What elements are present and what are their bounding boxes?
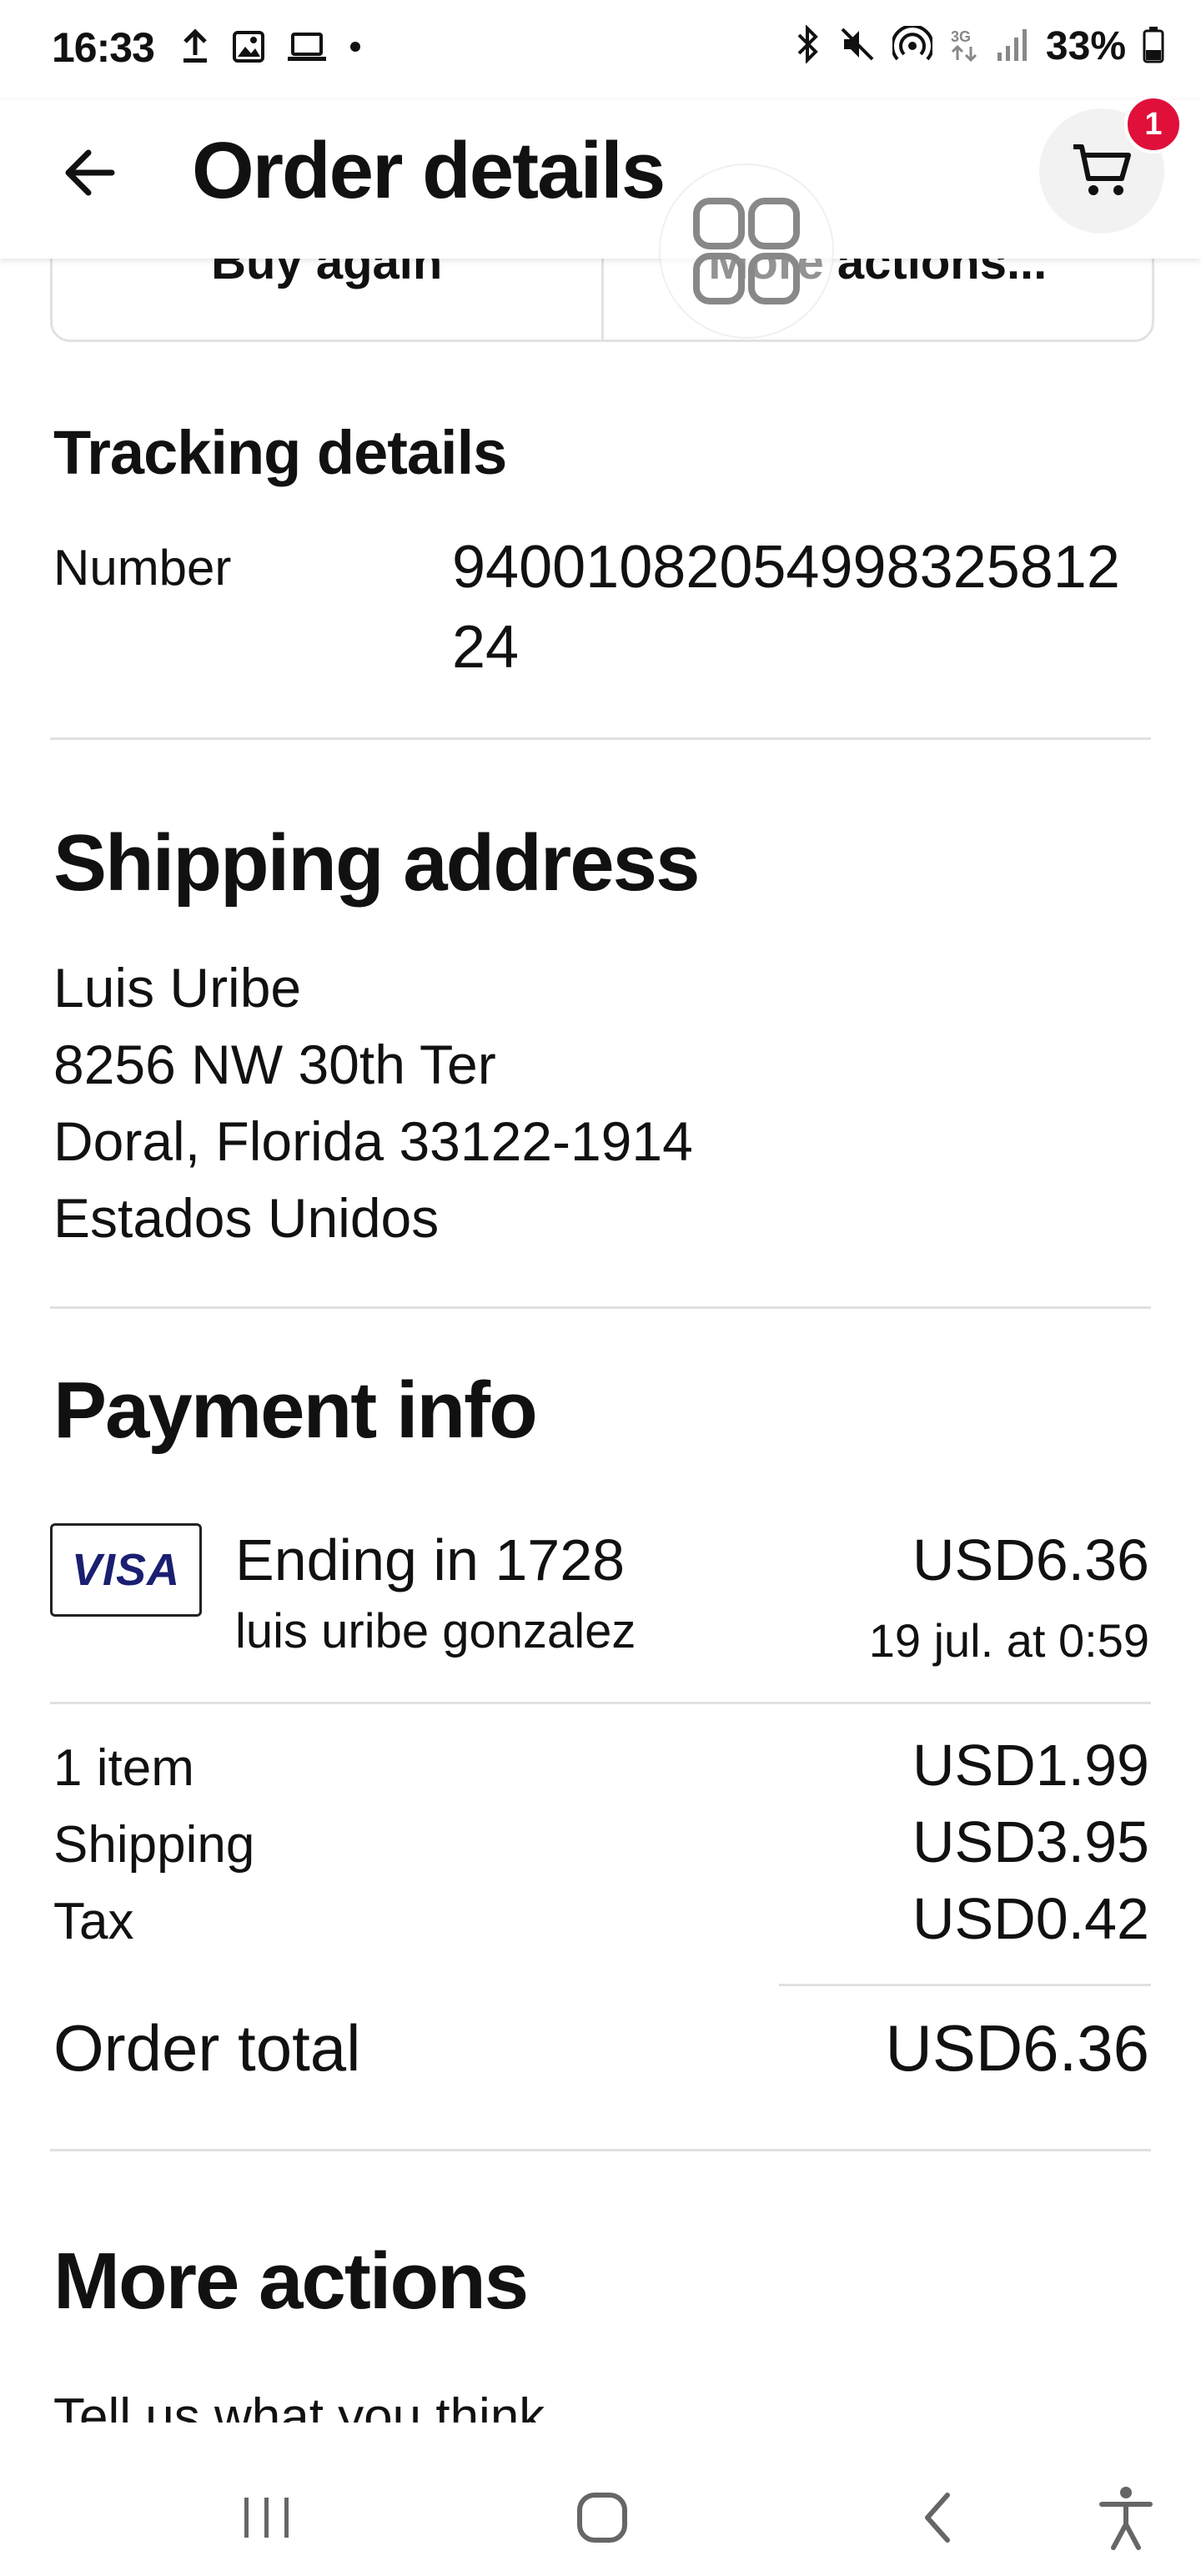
accessibility-icon [1099, 2487, 1153, 2550]
status-bar: 16:33 3G 33% [0, 0, 1201, 100]
tracking-number-label: Number [53, 540, 232, 596]
divider [50, 1306, 1151, 1309]
back-nav-icon [925, 2493, 950, 2543]
card-holder: luis uribe gonzalez [235, 1604, 636, 1658]
arrow-left-icon [65, 149, 115, 196]
content-mask [0, 2423, 1201, 2456]
tax-value: USD0.42 [912, 1886, 1149, 1951]
order-total-row: Order total USD6.36 [53, 2010, 1149, 2086]
mute-icon [839, 26, 876, 67]
dot-icon [349, 40, 362, 58]
signal-icon [996, 26, 1029, 67]
home-button[interactable] [560, 2476, 644, 2559]
svg-text:3G: 3G [951, 28, 971, 45]
order-total-value: USD6.36 [885, 2011, 1150, 2085]
back-nav-button[interactable] [897, 2476, 981, 2559]
tax-row: Tax USD0.42 [53, 1885, 1149, 1952]
divider [50, 1702, 1151, 1704]
cart-icon [1073, 144, 1131, 195]
status-left-icons [180, 28, 362, 69]
divider [50, 2149, 1151, 2151]
hotspot-icon [890, 24, 934, 67]
shipping-street: 8256 NW 30th Ter [53, 1034, 496, 1095]
image-icon [232, 30, 265, 68]
recent-apps-button[interactable] [225, 2476, 309, 2559]
card-ending: Ending in 1728 [235, 1527, 626, 1592]
recent-apps-icon [244, 2498, 289, 2538]
divider [50, 737, 1151, 740]
items-label: 1 item [53, 1739, 194, 1797]
page-title: Order details [192, 126, 666, 215]
3g-icon: 3G [949, 25, 979, 68]
status-right-icons: 3G 33% [792, 23, 1164, 69]
tax-label: Tax [53, 1893, 134, 1950]
laptop-icon [287, 30, 327, 68]
payment-title: Payment info [53, 1366, 538, 1455]
battery-percent: 33% [1045, 24, 1126, 68]
tracking-number[interactable]: 9400108205499832581224 [452, 527, 1144, 687]
shipping-city: Doral, Florida 33122-1914 [53, 1110, 693, 1172]
cart-badge: 1 [1124, 95, 1183, 153]
accessibility-button[interactable] [1084, 2476, 1168, 2559]
status-time: 16:33 [52, 24, 155, 71]
shipping-cost-row: Shipping USD3.95 [53, 1809, 1149, 1875]
shipping-cost-label: Shipping [53, 1816, 255, 1874]
back-button[interactable] [52, 135, 127, 210]
bluetooth-icon [792, 24, 822, 68]
shipping-country: Estados Unidos [53, 1187, 440, 1249]
shipping-name: Luis Uribe [53, 957, 302, 1019]
subtotal-divider [779, 1984, 1151, 1986]
shipping-title: Shipping address [53, 818, 700, 908]
shipping-cost-value: USD3.95 [912, 1809, 1149, 1874]
app-bar: Order details [0, 100, 1201, 259]
payment-amount: USD6.36 [912, 1527, 1149, 1592]
floating-menu-button[interactable] [659, 164, 834, 339]
battery-icon [1143, 25, 1164, 68]
items-value: USD1.99 [912, 1733, 1149, 1798]
shipping-address: Luis Uribe 8256 NW 30th Ter Doral, Flori… [53, 949, 693, 1256]
upload-icon [180, 28, 210, 69]
more-actions-title: More actions [53, 2236, 529, 2326]
grid-icon [693, 198, 800, 304]
order-total-label: Order total [53, 2011, 361, 2085]
visa-card-logo: VISA [50, 1523, 202, 1617]
payment-date: 19 jul. at 0:59 [868, 1614, 1149, 1667]
items-row: 1 item USD1.99 [53, 1732, 1149, 1799]
home-icon [577, 2493, 627, 2543]
system-nav-bar [0, 2456, 1201, 2576]
tracking-title: Tracking details [53, 418, 507, 487]
